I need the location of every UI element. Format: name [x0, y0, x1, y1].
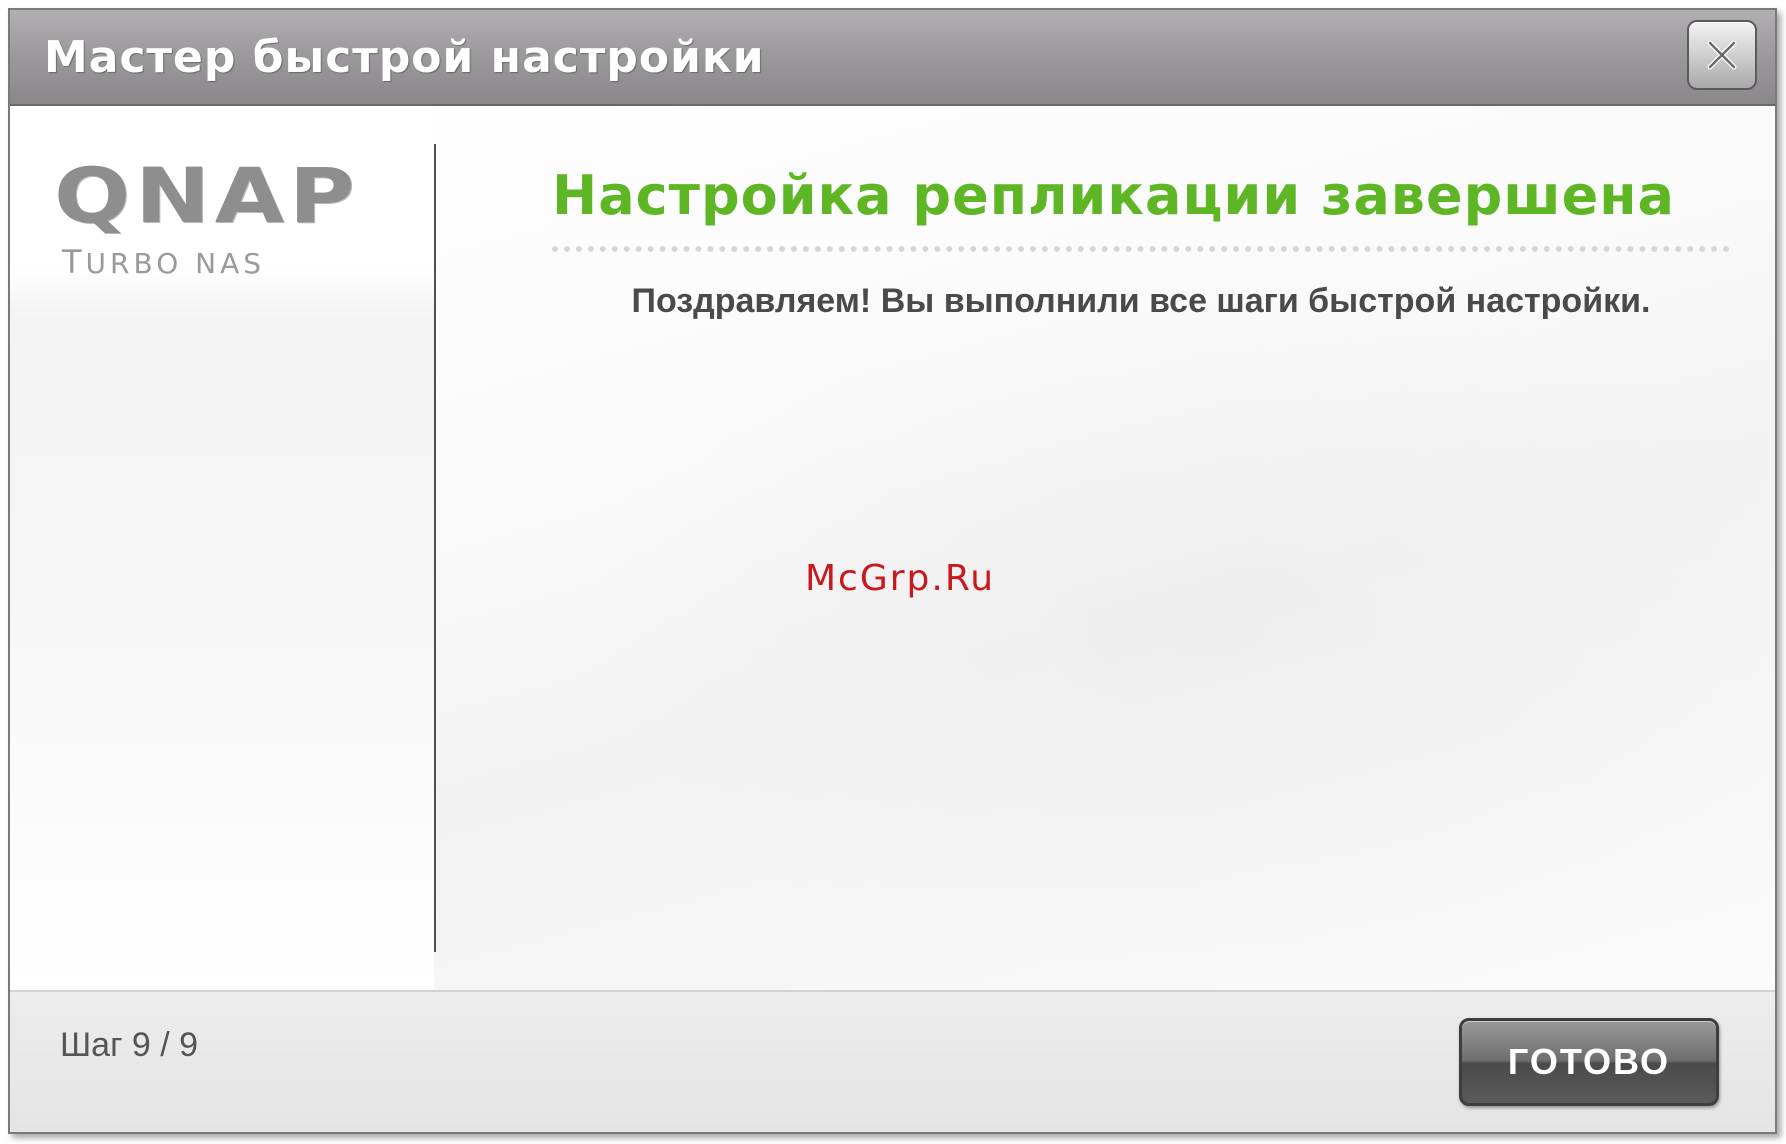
wizard-window: Мастер быстрой настройки QNAP TURBO NAS …	[8, 8, 1777, 1134]
done-button[interactable]: ГОТОВО	[1459, 1018, 1719, 1106]
logo-subtitle-rest: URBO NAS	[85, 247, 266, 280]
logo-subtitle-initial: T	[62, 243, 86, 281]
completion-message: Поздравляем! Вы выполнили все шаги быстр…	[631, 282, 1651, 320]
close-icon	[1707, 40, 1737, 70]
close-button[interactable]	[1687, 20, 1757, 90]
step-indicator: Шаг 9 / 9	[60, 1026, 199, 1064]
page-heading: Настройка репликации завершена	[552, 164, 1675, 227]
vertical-divider	[434, 144, 436, 952]
wizard-content: QNAP TURBO NAS Настройка репликации заве…	[10, 106, 1775, 990]
qnap-logo: QNAP TURBO NAS	[54, 158, 355, 279]
watermark-text: McGrp.Ru	[805, 558, 996, 599]
sidebar: QNAP TURBO NAS	[10, 106, 434, 990]
title-bar[interactable]: Мастер быстрой настройки	[10, 10, 1775, 106]
wizard-footer: Шаг 9 / 9 ГОТОВО	[10, 990, 1775, 1132]
dotted-separator	[552, 246, 1730, 252]
logo-wordmark: QNAP	[54, 151, 360, 240]
logo-subtitle: TURBO NAS	[62, 246, 313, 278]
window-title: Мастер быстрой настройки	[44, 32, 765, 83]
